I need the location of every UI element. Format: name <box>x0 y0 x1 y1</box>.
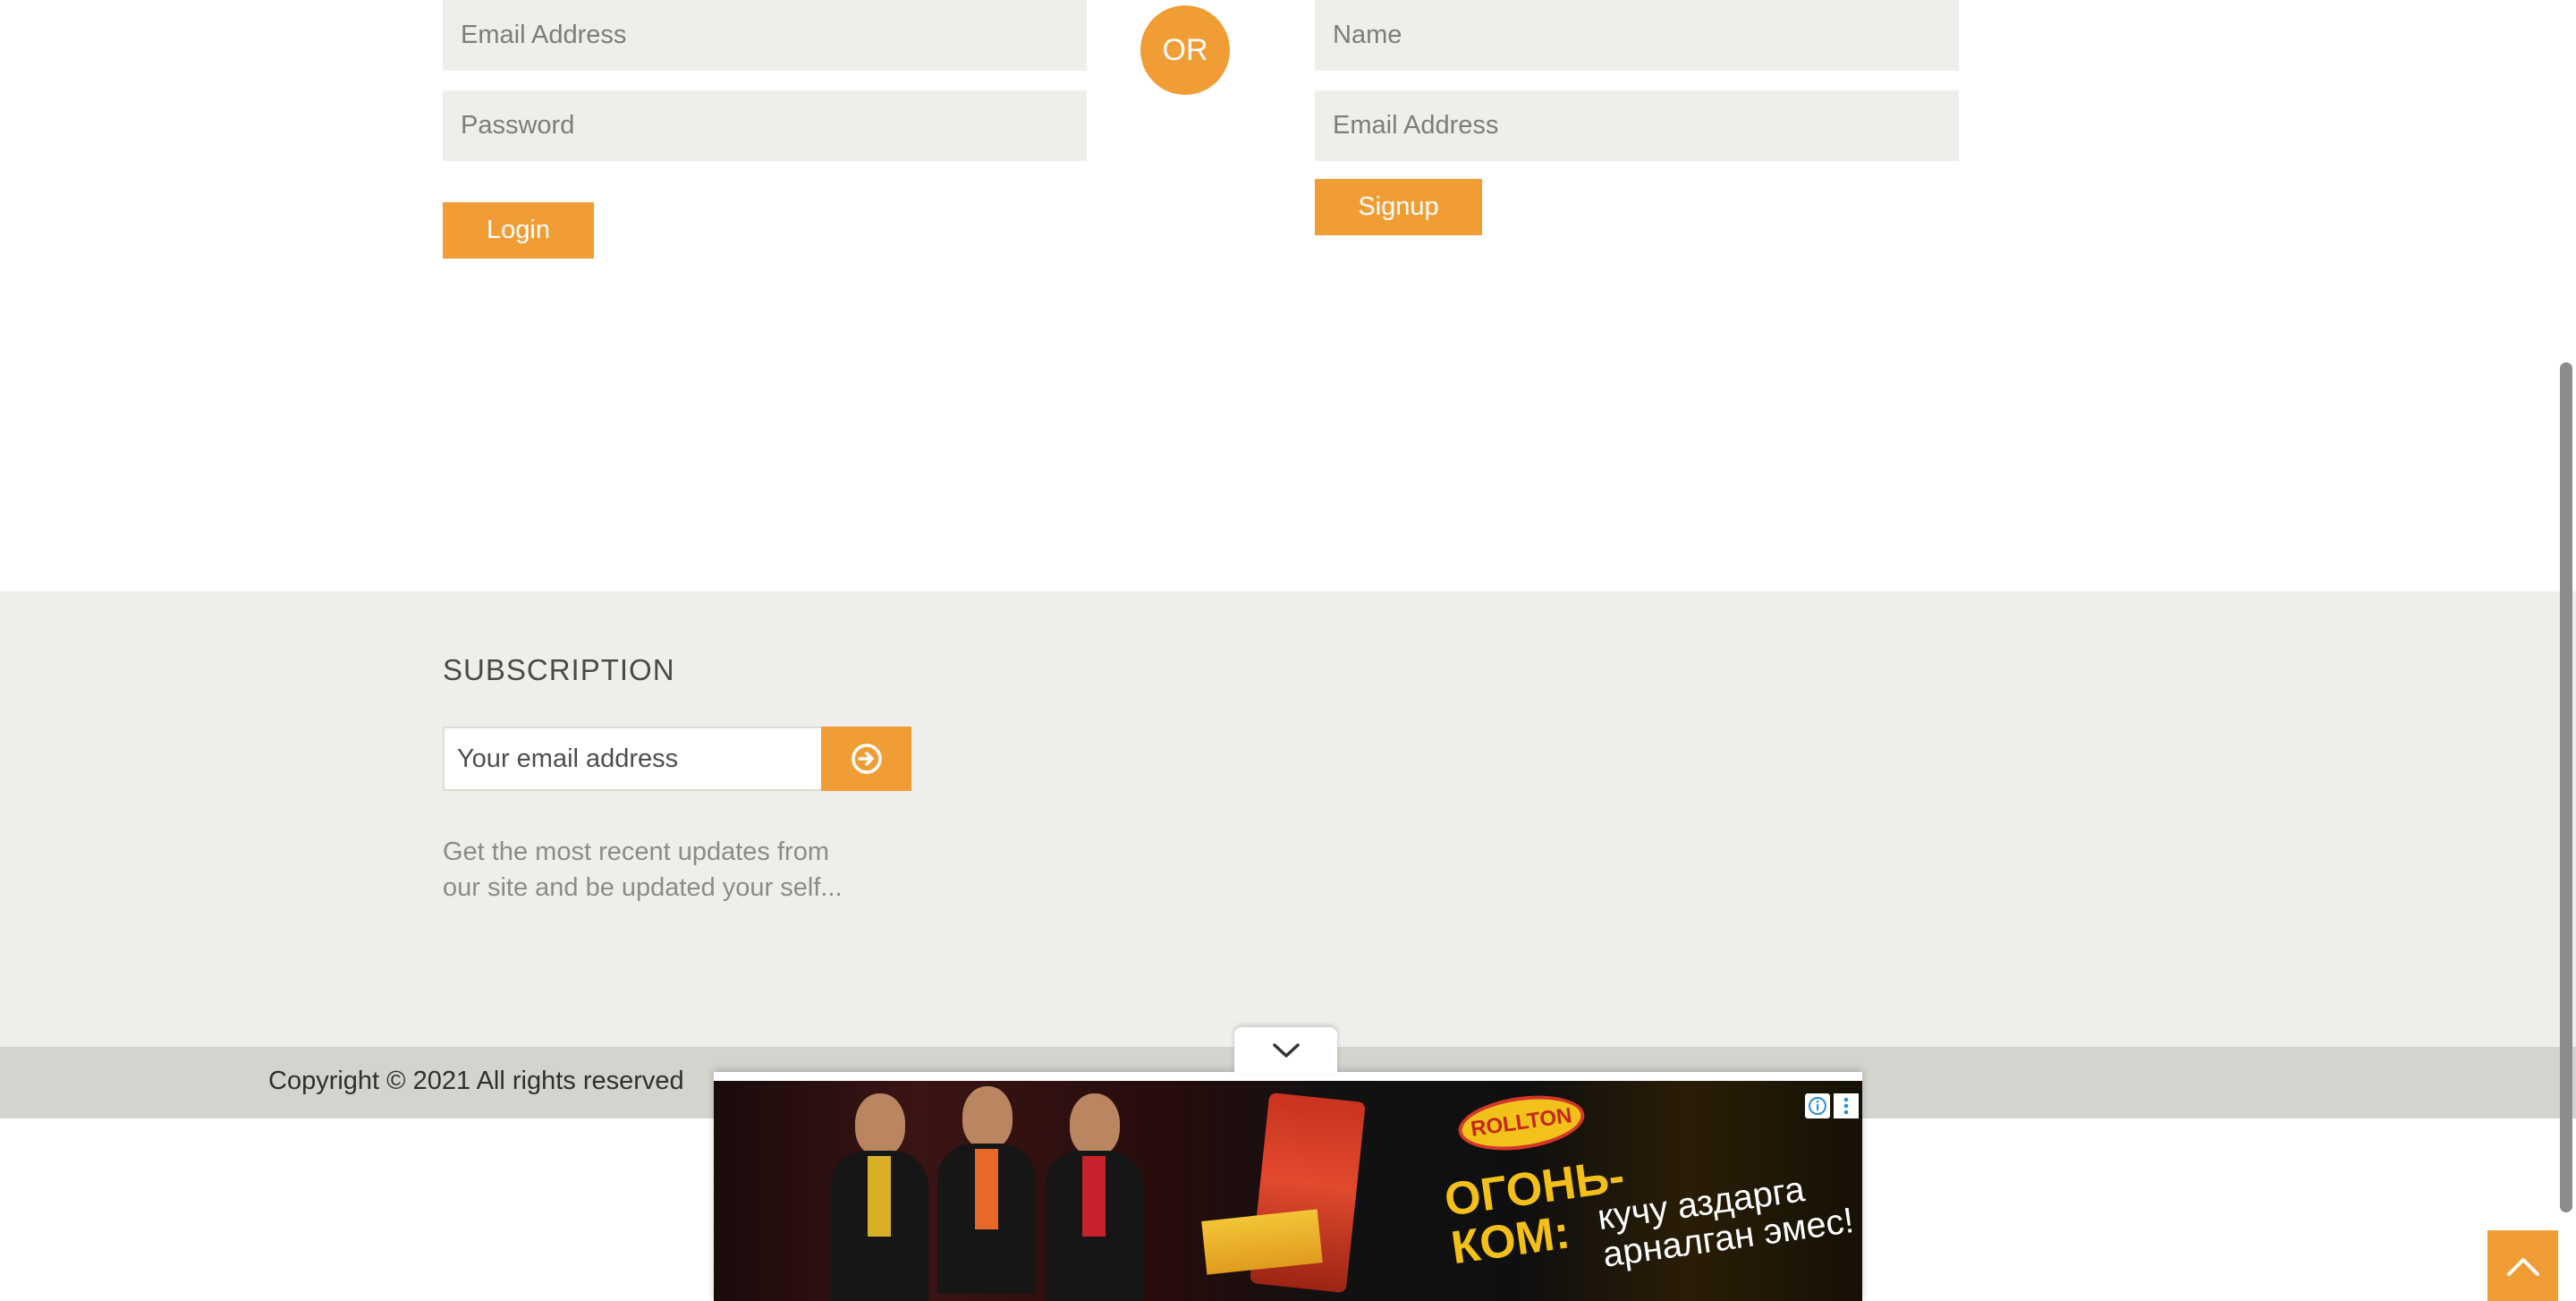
ad-person-shirt <box>975 1149 998 1229</box>
signup-button[interactable]: Signup <box>1315 179 1482 235</box>
ad-person-left <box>830 1093 928 1301</box>
ad-banner[interactable]: ROLLTON ОГОНЬ-КОМ: кучу аздарга арналган… <box>714 1072 1862 1301</box>
or-label: OR <box>1162 32 1208 67</box>
login-password-placeholder: Password <box>461 111 575 140</box>
chevron-down-icon <box>1272 1043 1300 1058</box>
subscription-heading: SUBSCRIPTION <box>443 653 675 686</box>
ad-image[interactable]: ROLLTON ОГОНЬ-КОМ: кучу аздарга арналган… <box>714 1081 1862 1301</box>
signup-name-input[interactable]: Name <box>1315 0 1959 71</box>
ad-person-head <box>962 1086 1013 1149</box>
login-button[interactable]: Login <box>443 202 594 259</box>
chevron-up-icon <box>2506 1257 2539 1276</box>
login-button-label: Login <box>487 216 550 244</box>
copyright-text: Copyright © 2021 All rights reserved <box>268 1067 684 1095</box>
ad-person-right <box>1045 1093 1143 1301</box>
scrollbar-thumb[interactable] <box>2560 362 2572 1212</box>
ad-person-shirt <box>1082 1156 1106 1237</box>
subscription-section: SUBSCRIPTION Your email address Get the … <box>0 591 2576 1047</box>
info-icon <box>1809 1097 1826 1115</box>
ad-collapse-button[interactable] <box>1234 1027 1337 1074</box>
page: Email Address Password Login OR Name Ema… <box>0 0 2576 1301</box>
subscription-email-input[interactable]: Your email address <box>443 727 821 791</box>
section-divider <box>0 591 2576 592</box>
signup-email-placeholder: Email Address <box>1333 111 1499 140</box>
ad-person-shirt <box>868 1156 891 1237</box>
login-email-input[interactable]: Email Address <box>443 0 1087 71</box>
subscription-email-placeholder: Your email address <box>457 744 679 773</box>
subscription-description-line2: our site and be updated your self... <box>443 873 843 902</box>
signup-button-label: Signup <box>1358 192 1439 221</box>
signup-email-input[interactable]: Email Address <box>1315 90 1959 161</box>
or-divider: OR <box>1140 5 1230 95</box>
subscription-description: Get the most recent updates from our sit… <box>443 834 890 906</box>
subscription-submit-button[interactable] <box>821 727 911 791</box>
ad-brand-logo: ROLLTON <box>1454 1088 1589 1158</box>
signup-name-placeholder: Name <box>1333 21 1402 49</box>
ad-person-head <box>1070 1093 1120 1156</box>
ad-person-center <box>937 1086 1036 1301</box>
kebab-menu-icon <box>1843 1097 1849 1115</box>
ad-menu-button[interactable] <box>1834 1093 1859 1118</box>
arrow-right-circle-icon <box>851 744 882 774</box>
login-email-placeholder: Email Address <box>461 21 627 49</box>
ad-info-button[interactable] <box>1805 1093 1830 1118</box>
login-password-input[interactable]: Password <box>443 90 1087 161</box>
back-to-top-button[interactable] <box>2487 1230 2558 1301</box>
subscription-description-line1: Get the most recent updates from <box>443 838 829 866</box>
ad-person-head <box>855 1093 905 1156</box>
